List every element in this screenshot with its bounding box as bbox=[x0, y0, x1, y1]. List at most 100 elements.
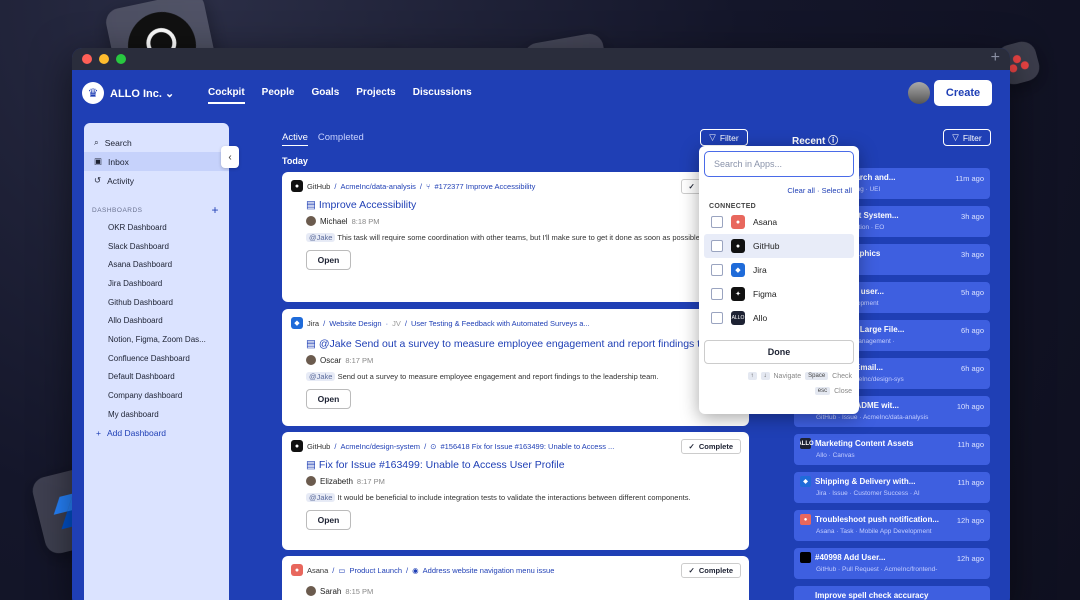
app-option-jira[interactable]: ◆ Jira bbox=[704, 258, 854, 282]
clear-select-all-links[interactable]: Clear all · Select all bbox=[704, 186, 854, 195]
sidebar-item-inbox[interactable]: ▣ Inbox bbox=[84, 152, 229, 171]
dashboard-item[interactable]: Slack Dashboard bbox=[84, 237, 229, 256]
recent-item-subtitle: Allo · Canvas bbox=[816, 452, 855, 459]
dashboard-item[interactable]: Company dashboard bbox=[84, 386, 229, 405]
maximize-window-button[interactable] bbox=[116, 54, 126, 64]
github-icon: ● bbox=[291, 180, 303, 192]
feed-card: ● Asana / ▭ Product Launch / ◉ Address webs… bbox=[282, 556, 749, 600]
open-button[interactable]: Open bbox=[306, 389, 351, 409]
sidebar-item-activity[interactable]: ↺ Activity bbox=[84, 171, 229, 190]
card-author: Oscar 8:17 PM bbox=[306, 355, 740, 365]
post-time: 8:17 PM bbox=[345, 355, 374, 365]
done-button[interactable]: Done bbox=[704, 340, 854, 364]
recent-filter-button[interactable]: ▽ Filter bbox=[943, 129, 991, 146]
sidebar-item-search[interactable]: ⌕ Search bbox=[84, 133, 229, 152]
recent-item-time: 11m ago bbox=[955, 174, 984, 183]
recent-item[interactable]: #40998 Add User... GitHub · Pull Request … bbox=[794, 548, 990, 579]
card-repo-link[interactable]: AcmeInc/data-analysis bbox=[340, 182, 415, 191]
card-project-link[interactable]: Website Design bbox=[329, 319, 381, 328]
org-switcher[interactable]: ALLO Inc. ⌄ bbox=[110, 87, 174, 100]
avatar bbox=[306, 586, 316, 596]
checkbox[interactable] bbox=[711, 288, 723, 300]
dashboard-item[interactable]: Jira Dashboard bbox=[84, 274, 229, 293]
app-option-allo[interactable]: ALLO Allo bbox=[704, 306, 854, 330]
card-ref-link[interactable]: User Testing & Feedback with Automated S… bbox=[411, 319, 590, 328]
mention[interactable]: @Jake bbox=[306, 372, 336, 381]
feed-filter-button[interactable]: ▽ Filter bbox=[700, 129, 748, 146]
nav-people[interactable]: People bbox=[262, 87, 295, 104]
complete-button[interactable]: ✓Complete bbox=[680, 563, 741, 578]
card-author: Sarah 8:15 PM bbox=[306, 586, 740, 596]
recent-item[interactable]: ● Troubleshoot push notification... Asana … bbox=[794, 510, 990, 541]
mention[interactable]: @Jake bbox=[306, 233, 336, 242]
app-search-input[interactable]: Search in Apps... bbox=[704, 151, 854, 177]
checkbox[interactable] bbox=[711, 216, 723, 228]
asana-icon: ● bbox=[291, 564, 303, 576]
mention[interactable]: @Jake bbox=[306, 493, 336, 502]
card-body-text: It would be beneficial to include integr… bbox=[337, 493, 691, 502]
complete-button[interactable]: ✓Complete bbox=[680, 439, 741, 454]
dashboard-item[interactable]: My dashboard bbox=[84, 405, 229, 424]
app-option-asana[interactable]: ● Asana bbox=[704, 210, 854, 234]
dashboard-item[interactable]: Notion, Figma, Zoom Das... bbox=[84, 330, 229, 349]
add-dashboard-plus-icon[interactable]: + bbox=[211, 203, 219, 217]
esc-key: esc bbox=[814, 387, 831, 395]
card-ref-link[interactable]: #156418 Fix for Issue #163499: Unable to… bbox=[440, 442, 614, 451]
dashboard-item[interactable]: OKR Dashboard bbox=[84, 218, 229, 237]
dashboard-item[interactable]: Confluence Dashboard bbox=[84, 349, 229, 368]
nav-discussions[interactable]: Discussions bbox=[413, 87, 472, 104]
open-button[interactable]: Open bbox=[306, 250, 351, 270]
recent-item-time: 3h ago bbox=[961, 212, 984, 221]
card-source: ● Asana / ▭ Product Launch / ◉ Address webs… bbox=[291, 564, 740, 576]
dashboard-item[interactable]: Default Dashboard bbox=[84, 368, 229, 387]
app-option-figma[interactable]: ✦ Figma bbox=[704, 282, 854, 306]
dashboard-item[interactable]: Allo Dashboard bbox=[84, 311, 229, 330]
card-title[interactable]: ▤ @Jake Send out a survey to measure emp… bbox=[306, 338, 702, 350]
collapse-sidebar-button[interactable]: ‹ bbox=[221, 146, 239, 168]
feed-card: ● GitHub / AcmeInc/design-system / ⊙ #1564… bbox=[282, 432, 749, 550]
app-option-label: Asana bbox=[753, 217, 778, 227]
dashboard-item[interactable]: Asana Dashboard bbox=[84, 255, 229, 274]
card-title[interactable]: ▤ Improve Accessibility bbox=[306, 199, 740, 211]
github-icon: ● bbox=[291, 440, 303, 452]
app-option-github[interactable]: ● GitHub bbox=[704, 234, 854, 258]
open-button[interactable]: Open bbox=[306, 510, 351, 530]
checkbox[interactable] bbox=[711, 264, 723, 276]
card-body-text: Send out a survey to measure employee en… bbox=[337, 372, 659, 381]
close-window-button[interactable] bbox=[82, 54, 92, 64]
chevron-down-icon: ⌄ bbox=[165, 88, 175, 100]
tab-completed[interactable]: Completed bbox=[318, 132, 364, 146]
card-app: Jira bbox=[307, 318, 320, 328]
user-avatar[interactable] bbox=[908, 82, 930, 104]
app-icon bbox=[800, 590, 811, 600]
checkbox[interactable] bbox=[711, 312, 723, 324]
nav-goals[interactable]: Goals bbox=[311, 87, 339, 104]
create-button[interactable]: Create bbox=[934, 80, 992, 106]
recent-item-title-text: Troubleshoot push notification... bbox=[815, 515, 939, 524]
arrow-up-icon: ↑ bbox=[747, 372, 757, 380]
top-navigation: ♛ ALLO Inc. ⌄ Cockpit People Goals Proje… bbox=[72, 70, 1010, 120]
recent-item[interactable]: ALLOMarketing Content Assets Allo · Canva… bbox=[794, 434, 990, 465]
recent-item[interactable]: Improve spell check accuracy bbox=[794, 586, 990, 600]
tab-active[interactable]: Active bbox=[282, 132, 308, 146]
recent-title: Recent ⓘ bbox=[792, 132, 838, 147]
card-repo-link[interactable]: AcmeInc/design-system bbox=[340, 442, 420, 451]
nav-cockpit[interactable]: Cockpit bbox=[208, 87, 245, 104]
card-project-link[interactable]: Product Launch bbox=[349, 566, 402, 575]
card-ref-link[interactable]: #172377 Improve Accessibility bbox=[434, 182, 535, 191]
author-name: Elizabeth bbox=[320, 476, 353, 486]
minimize-window-button[interactable] bbox=[99, 54, 109, 64]
recent-item-time: 6h ago bbox=[961, 364, 984, 373]
dashboard-item[interactable]: Github Dashboard bbox=[84, 293, 229, 312]
add-dashboard-button[interactable]: + Add Dashboard bbox=[84, 424, 229, 442]
nav-projects[interactable]: Projects bbox=[356, 87, 395, 104]
checkbox[interactable] bbox=[711, 240, 723, 252]
recent-item-title-text: Improve spell check accuracy bbox=[815, 591, 929, 600]
card-title[interactable]: ▤ Fix for Issue #163499: Unable to Acces… bbox=[306, 459, 740, 471]
new-tab-icon[interactable]: + bbox=[991, 49, 1000, 67]
allo-logo[interactable]: ♛ bbox=[82, 82, 104, 104]
card-ref-link[interactable]: Address website navigation menu issue bbox=[423, 566, 555, 575]
recent-item[interactable]: ◆ Shipping & Delivery with... Jira · Issue… bbox=[794, 472, 990, 503]
asana-icon: ● bbox=[731, 215, 745, 229]
check-icon: ✓ bbox=[688, 566, 695, 575]
